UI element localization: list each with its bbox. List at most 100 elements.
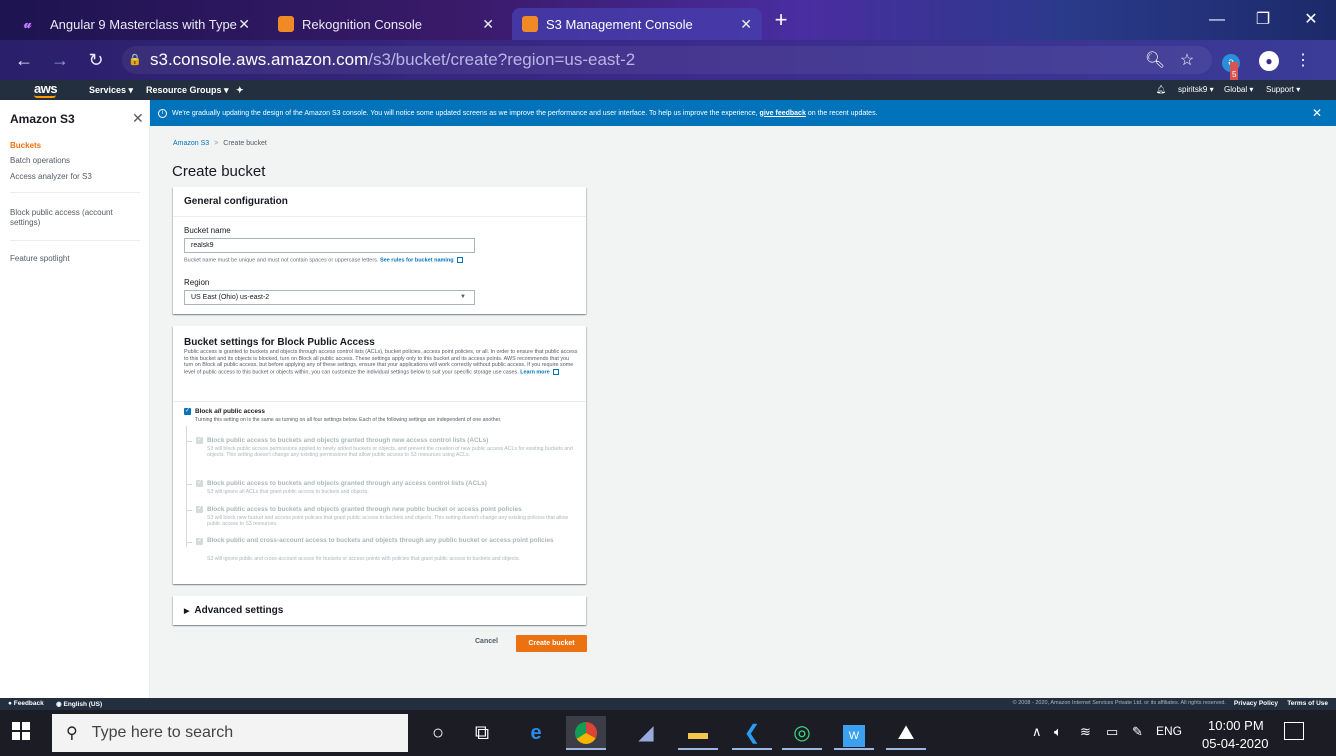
sidebar-title: Amazon S3 <box>10 112 75 126</box>
clock-time[interactable]: 10:00 PM <box>1208 718 1264 733</box>
pin-icon[interactable]: ✦ <box>236 85 244 96</box>
volume-icon[interactable]: 🔈︎ <box>1054 724 1062 740</box>
sidebar-item-batch-operations[interactable]: Batch operations <box>10 156 70 165</box>
bell-icon[interactable]: 🔔︎ <box>1156 85 1166 94</box>
taskbar-search-input[interactable]: ⚲ Type here to search <box>52 714 408 752</box>
notification-icon[interactable] <box>1284 722 1304 740</box>
tab-s3-console[interactable]: S3 Management Console ✕ <box>512 8 762 40</box>
sidebar-item-buckets[interactable]: Buckets <box>10 141 41 150</box>
option-title: Block public access to buckets and objec… <box>207 437 489 444</box>
search-icon: ⚲ <box>66 725 78 742</box>
privacy-policy-link[interactable]: Privacy Policy <box>1234 700 1278 707</box>
tab-angular-masterclass[interactable]: 𝓊 Angular 9 Masterclass with Type ✕ <box>14 8 260 40</box>
chevron-up-icon[interactable]: ∧ <box>1032 724 1042 740</box>
region-select[interactable]: US East (Ohio) us-east-2 ▼ <box>184 290 475 305</box>
tree-tick <box>186 484 192 485</box>
account-menu[interactable]: spiritsk9 ▾ <box>1178 85 1214 94</box>
page-title: Create bucket <box>172 163 266 180</box>
chevron-right-icon: > <box>214 140 219 147</box>
tree-tick <box>186 510 192 511</box>
restore-button[interactable]: ❐ <box>1240 8 1286 32</box>
notice-banner: i We're gradually updating the design of… <box>150 100 1336 126</box>
option-desc: S3 will block public access permissions … <box>207 446 573 459</box>
chrome-icon[interactable] <box>566 716 606 750</box>
profile-icon[interactable]: ● <box>1256 48 1282 74</box>
zoom-icon[interactable]: 🔍︎ <box>1142 48 1168 74</box>
android-studio-icon[interactable]: ◎ <box>782 716 822 750</box>
windows-start-icon[interactable] <box>10 722 32 744</box>
forward-button[interactable]: → <box>48 48 72 72</box>
cancel-button[interactable]: Cancel <box>475 638 498 645</box>
url-host: s3.console.aws.amazon.com <box>150 50 369 69</box>
sidebar-item-block-public-access-cont[interactable]: settings) <box>10 218 40 227</box>
option-desc: S3 will block new bucket and access poin… <box>207 515 569 528</box>
edge-icon[interactable]: e <box>516 716 556 750</box>
task-view-icon[interactable]: ⧉ <box>462 716 502 750</box>
bucket-name-input[interactable] <box>184 238 475 253</box>
aws-logo[interactable]: aws <box>34 81 58 96</box>
external-link-icon <box>456 257 463 263</box>
close-icon[interactable]: ✕ <box>132 110 144 127</box>
bookmark-star-icon[interactable]: ☆ <box>1174 48 1200 74</box>
cortana-icon[interactable]: ○ <box>418 716 458 750</box>
battery-icon[interactable]: ▭ <box>1106 724 1118 740</box>
pen-icon[interactable]: ✎ <box>1132 724 1143 740</box>
divider <box>10 192 140 193</box>
close-icon[interactable]: ✕ <box>482 16 494 33</box>
minimize-button[interactable]: — <box>1194 8 1240 32</box>
bucket-name-label: Bucket name <box>184 226 231 235</box>
breadcrumb-amazon-s3[interactable]: Amazon S3 <box>173 140 209 147</box>
photos-icon[interactable]: ⛰ <box>886 716 926 750</box>
banner-text: We're gradually updating the design of t… <box>172 109 758 117</box>
terms-of-use-link[interactable]: Terms of Use <box>1287 700 1328 707</box>
block-new-acls-checkbox[interactable] <box>196 436 203 444</box>
address-bar[interactable]: 🔒 s3.console.aws.amazon.com/s3/bucket/cr… <box>122 46 1212 74</box>
close-icon[interactable]: ✕ <box>740 16 752 33</box>
block-cross-account-checkbox[interactable] <box>196 537 203 545</box>
folder-icon[interactable]: ▬ <box>678 716 718 750</box>
file-explorer-icon[interactable]: ◢ <box>626 716 666 750</box>
option-title: Block public access to buckets and objec… <box>207 480 487 487</box>
tab-rekognition[interactable]: Rekognition Console ✕ <box>268 8 504 40</box>
advanced-settings-label: Advanced settings <box>194 605 284 616</box>
block-all-title: Block all public access <box>195 408 265 415</box>
extension-icon[interactable]: ə 5 <box>1218 48 1244 88</box>
give-feedback-link[interactable]: give feedback <box>760 110 806 117</box>
option-title: Block public access to buckets and objec… <box>207 506 522 513</box>
tree-tick <box>186 542 192 543</box>
close-icon[interactable]: ✕ <box>238 16 250 33</box>
sidebar-item-access-analyzer[interactable]: Access analyzer for S3 <box>10 172 92 181</box>
new-tab-button[interactable]: + <box>770 9 792 32</box>
create-bucket-button[interactable]: Create bucket <box>516 635 587 652</box>
advanced-settings-panel[interactable]: ▶ Advanced settings <box>173 596 586 625</box>
learn-more-link[interactable]: Learn more <box>520 369 549 375</box>
reload-button[interactable]: ↻ <box>84 48 108 72</box>
clock-date[interactable]: 05-04-2020 <box>1202 736 1269 751</box>
region-value: US East (Ohio) us-east-2 <box>191 294 270 301</box>
language-selector[interactable]: ◉ English (US) <box>56 700 102 708</box>
wifi-icon[interactable]: ≋ <box>1080 724 1091 740</box>
udemy-icon: 𝓊 <box>24 16 32 31</box>
services-menu[interactable]: Services ▾ <box>89 85 133 96</box>
menu-icon[interactable]: ⋮ <box>1290 48 1316 74</box>
bucket-naming-rules-link[interactable]: See rules for bucket naming <box>380 257 454 263</box>
region-menu[interactable]: Global ▾ <box>1224 85 1253 94</box>
back-button[interactable]: ← <box>12 48 36 72</box>
tab-label: Angular 9 Masterclass with Type <box>50 16 237 32</box>
aws-console-header: aws Services ▾ Resource Groups ▾ ✦ 🔔︎ sp… <box>0 80 1336 100</box>
language-indicator[interactable]: ENG <box>1156 724 1182 738</box>
support-menu[interactable]: Support ▾ <box>1266 85 1300 94</box>
breadcrumb-current: Create bucket <box>223 140 267 147</box>
sidebar-item-feature-spotlight[interactable]: Feature spotlight <box>10 254 70 263</box>
vscode-icon[interactable]: ❮ <box>732 716 772 750</box>
word-icon[interactable]: W <box>834 716 874 750</box>
resource-groups-menu[interactable]: Resource Groups ▾ <box>146 85 229 96</box>
close-window-button[interactable]: ✕ <box>1288 8 1334 32</box>
close-icon[interactable]: ✕ <box>1312 106 1322 120</box>
block-new-policies-checkbox[interactable] <box>196 505 203 513</box>
block-all-checkbox[interactable] <box>184 407 191 415</box>
feedback-link[interactable]: ● Feedback <box>8 700 44 707</box>
block-any-acls-checkbox[interactable] <box>196 479 203 487</box>
sidebar-item-block-public-access[interactable]: Block public access (account <box>10 208 113 217</box>
caret-down-icon: ▼ <box>460 294 466 300</box>
